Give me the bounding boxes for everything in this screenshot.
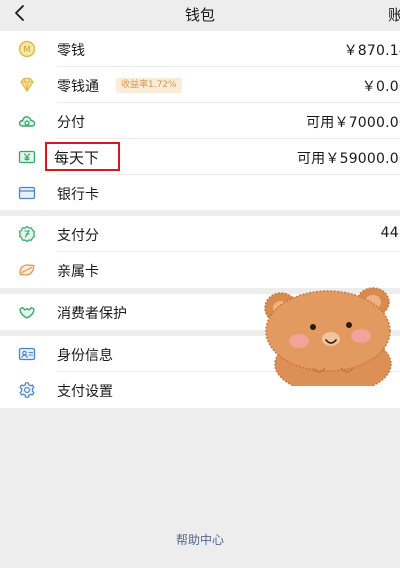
row-label: 分付: [57, 115, 85, 131]
row-label: 零钱: [57, 43, 85, 59]
row-label: 每天下: [54, 149, 100, 167]
wallet-row-change[interactable]: M 零钱 ￥870.14: [0, 31, 400, 67]
row-value: 448: [380, 225, 400, 241]
diamond-icon: [20, 77, 34, 92]
yen-card-icon: [18, 150, 36, 164]
score-icon: [18, 225, 36, 243]
wallet-row-pay-score[interactable]: 支付分 448: [0, 216, 400, 252]
row-label: 消费者保护: [57, 306, 127, 322]
row-label: 银行卡: [57, 187, 99, 203]
row-value: 可用￥7000.00: [306, 115, 400, 131]
wallet-row-meitianxia[interactable]: 每天下 可用￥59000.00: [0, 139, 400, 175]
family-card-icon: [19, 264, 35, 276]
wallet-screen: 钱包 账 M 零钱 ￥870.14 零钱通 收益率1.72% ￥0.00: [0, 0, 400, 568]
row-label: 零钱通: [57, 79, 99, 95]
help-center-link[interactable]: 帮助中心: [0, 531, 400, 548]
bear-sticker-image: [264, 287, 392, 386]
coin-icon: M: [18, 40, 36, 58]
row-label: 支付分: [57, 228, 99, 244]
wallet-row-family-card[interactable]: 亲属卡: [0, 252, 400, 288]
row-value: 可用￥59000.00: [296, 151, 400, 167]
id-card-icon: [18, 347, 36, 361]
balance-section: M 零钱 ￥870.14 零钱通 收益率1.72% ￥0.00 分付 可用￥70…: [0, 31, 400, 210]
page-title: 钱包: [184, 6, 215, 24]
bank-card-icon: [18, 186, 36, 200]
row-label: 支付设置: [57, 384, 113, 400]
bill-link[interactable]: 账: [388, 4, 400, 25]
credit-section: 支付分 448 亲属卡: [0, 216, 400, 288]
row-value: ￥0.00: [361, 79, 400, 95]
settings-gear-icon: [19, 382, 35, 398]
wallet-row-fenfu[interactable]: 分付 可用￥7000.00: [0, 103, 400, 139]
row-label: 亲属卡: [57, 264, 99, 280]
cloud-icon: [18, 116, 36, 127]
top-bar: 钱包 账: [0, 0, 400, 26]
wallet-row-bank-card[interactable]: 银行卡: [0, 175, 400, 211]
wallet-row-lingqiantong[interactable]: 零钱通 收益率1.72% ￥0.00: [0, 67, 400, 103]
row-value: ￥870.14: [343, 43, 400, 59]
row-label: 身份信息: [57, 348, 113, 364]
protection-icon: [19, 306, 35, 319]
yield-rate-badge: 收益率1.72%: [116, 78, 182, 93]
svg-text:M: M: [24, 45, 31, 54]
